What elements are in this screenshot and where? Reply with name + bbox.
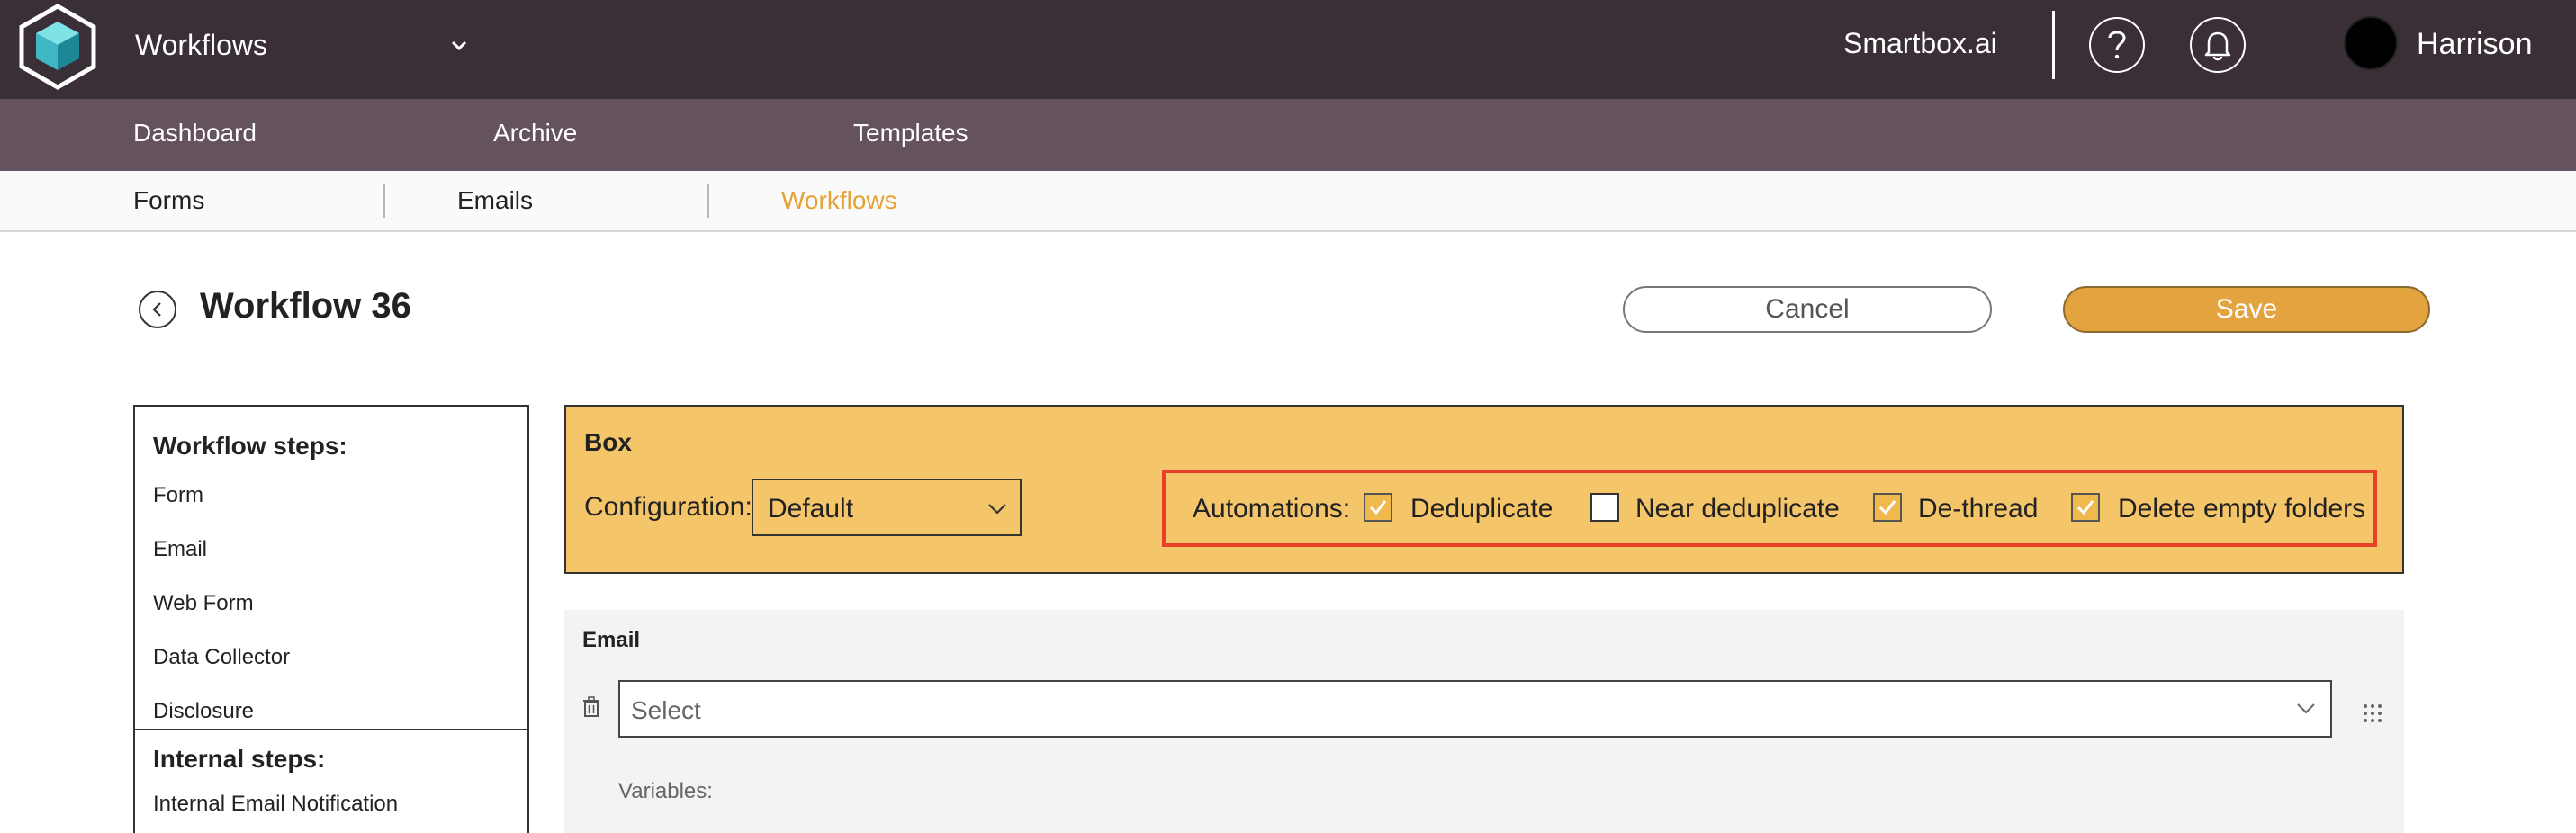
subnav-divider	[383, 184, 385, 218]
notifications-button[interactable]	[2190, 17, 2246, 73]
de-thread-checkbox[interactable]	[1873, 493, 1902, 522]
delete-empty-folders-label[interactable]: Delete empty folders	[2118, 494, 2365, 524]
avatar[interactable]	[2344, 16, 2398, 70]
configuration-value: Default	[768, 494, 854, 524]
subnav-divider	[707, 184, 709, 218]
step-item-disclosure[interactable]: Disclosure	[153, 699, 254, 724]
header-divider	[2052, 11, 2055, 79]
delete-empty-folders-checkbox[interactable]	[2071, 493, 2100, 522]
email-step-panel: Email Select Variables:	[564, 610, 2404, 833]
steps-divider	[135, 729, 527, 730]
trash-icon[interactable]	[582, 696, 600, 722]
email-select-placeholder: Select	[631, 696, 701, 724]
automations-label: Automations:	[1193, 494, 1351, 524]
box-step-title: Box	[584, 428, 632, 456]
checkmark-icon	[2076, 500, 2094, 515]
nav-dashboard[interactable]: Dashboard	[133, 119, 257, 148]
chevron-left-icon	[152, 302, 161, 317]
email-template-select[interactable]: Select	[618, 680, 2332, 738]
internal-steps-heading: Internal steps:	[153, 745, 326, 773]
back-button[interactable]	[139, 291, 176, 328]
step-item-data-collector[interactable]: Data Collector	[153, 645, 290, 670]
nav-archive[interactable]: Archive	[493, 119, 577, 148]
automations-group: Automations: Deduplicate Near deduplicat…	[1162, 470, 2377, 547]
step-item-web-form[interactable]: Web Form	[153, 591, 254, 616]
step-item-internal-email-notification[interactable]: Internal Email Notification	[153, 792, 398, 817]
email-step-title: Email	[582, 628, 641, 652]
deduplicate-checkbox[interactable]	[1364, 493, 1392, 522]
configuration-label: Configuration:	[584, 492, 752, 522]
box-step-panel: Box Configuration: Default Automations: …	[564, 405, 2404, 574]
checkmark-icon	[1878, 500, 1896, 515]
username[interactable]: Harrison	[2417, 27, 2532, 62]
nav-templates[interactable]: Templates	[853, 119, 968, 148]
step-item-form[interactable]: Form	[153, 483, 203, 508]
brand-name: Smartbox.ai	[1843, 27, 1997, 59]
save-button[interactable]: Save	[2063, 286, 2430, 333]
page-title: Workflow 36	[200, 286, 411, 326]
workflow-steps-heading: Workflow steps:	[153, 432, 347, 460]
help-button[interactable]	[2089, 17, 2145, 73]
subnav-emails[interactable]: Emails	[457, 186, 533, 215]
main-nav: Dashboard Archive Templates	[0, 99, 2576, 171]
variables-label: Variables:	[618, 779, 713, 803]
question-mark-icon	[2108, 31, 2126, 59]
app-logo-icon[interactable]	[18, 4, 97, 90]
configuration-select[interactable]: Default	[752, 479, 1022, 536]
drag-handle-icon[interactable]	[2363, 703, 2382, 728]
chevron-down-icon[interactable]	[446, 32, 472, 58]
de-thread-label[interactable]: De-thread	[1918, 494, 2038, 524]
steps-panel: Workflow steps: Form Email Web Form Data…	[133, 405, 529, 833]
app-switcher-label[interactable]: Workflows	[135, 29, 267, 62]
deduplicate-label[interactable]: Deduplicate	[1410, 494, 1553, 524]
bell-icon	[2204, 31, 2231, 61]
chevron-down-icon	[2297, 703, 2315, 714]
step-item-email[interactable]: Email	[153, 537, 207, 562]
checkmark-icon	[1369, 500, 1387, 515]
near-deduplicate-checkbox[interactable]	[1590, 493, 1619, 522]
subnav-forms[interactable]: Forms	[133, 186, 204, 215]
subnav-workflows[interactable]: Workflows	[781, 186, 897, 215]
chevron-down-icon	[988, 504, 1006, 515]
top-bar: Workflows Smartbox.ai Harrison	[0, 0, 2576, 99]
sub-nav: Forms Emails Workflows	[0, 171, 2576, 232]
near-deduplicate-label[interactable]: Near deduplicate	[1635, 494, 1840, 524]
cancel-button[interactable]: Cancel	[1623, 286, 1992, 333]
